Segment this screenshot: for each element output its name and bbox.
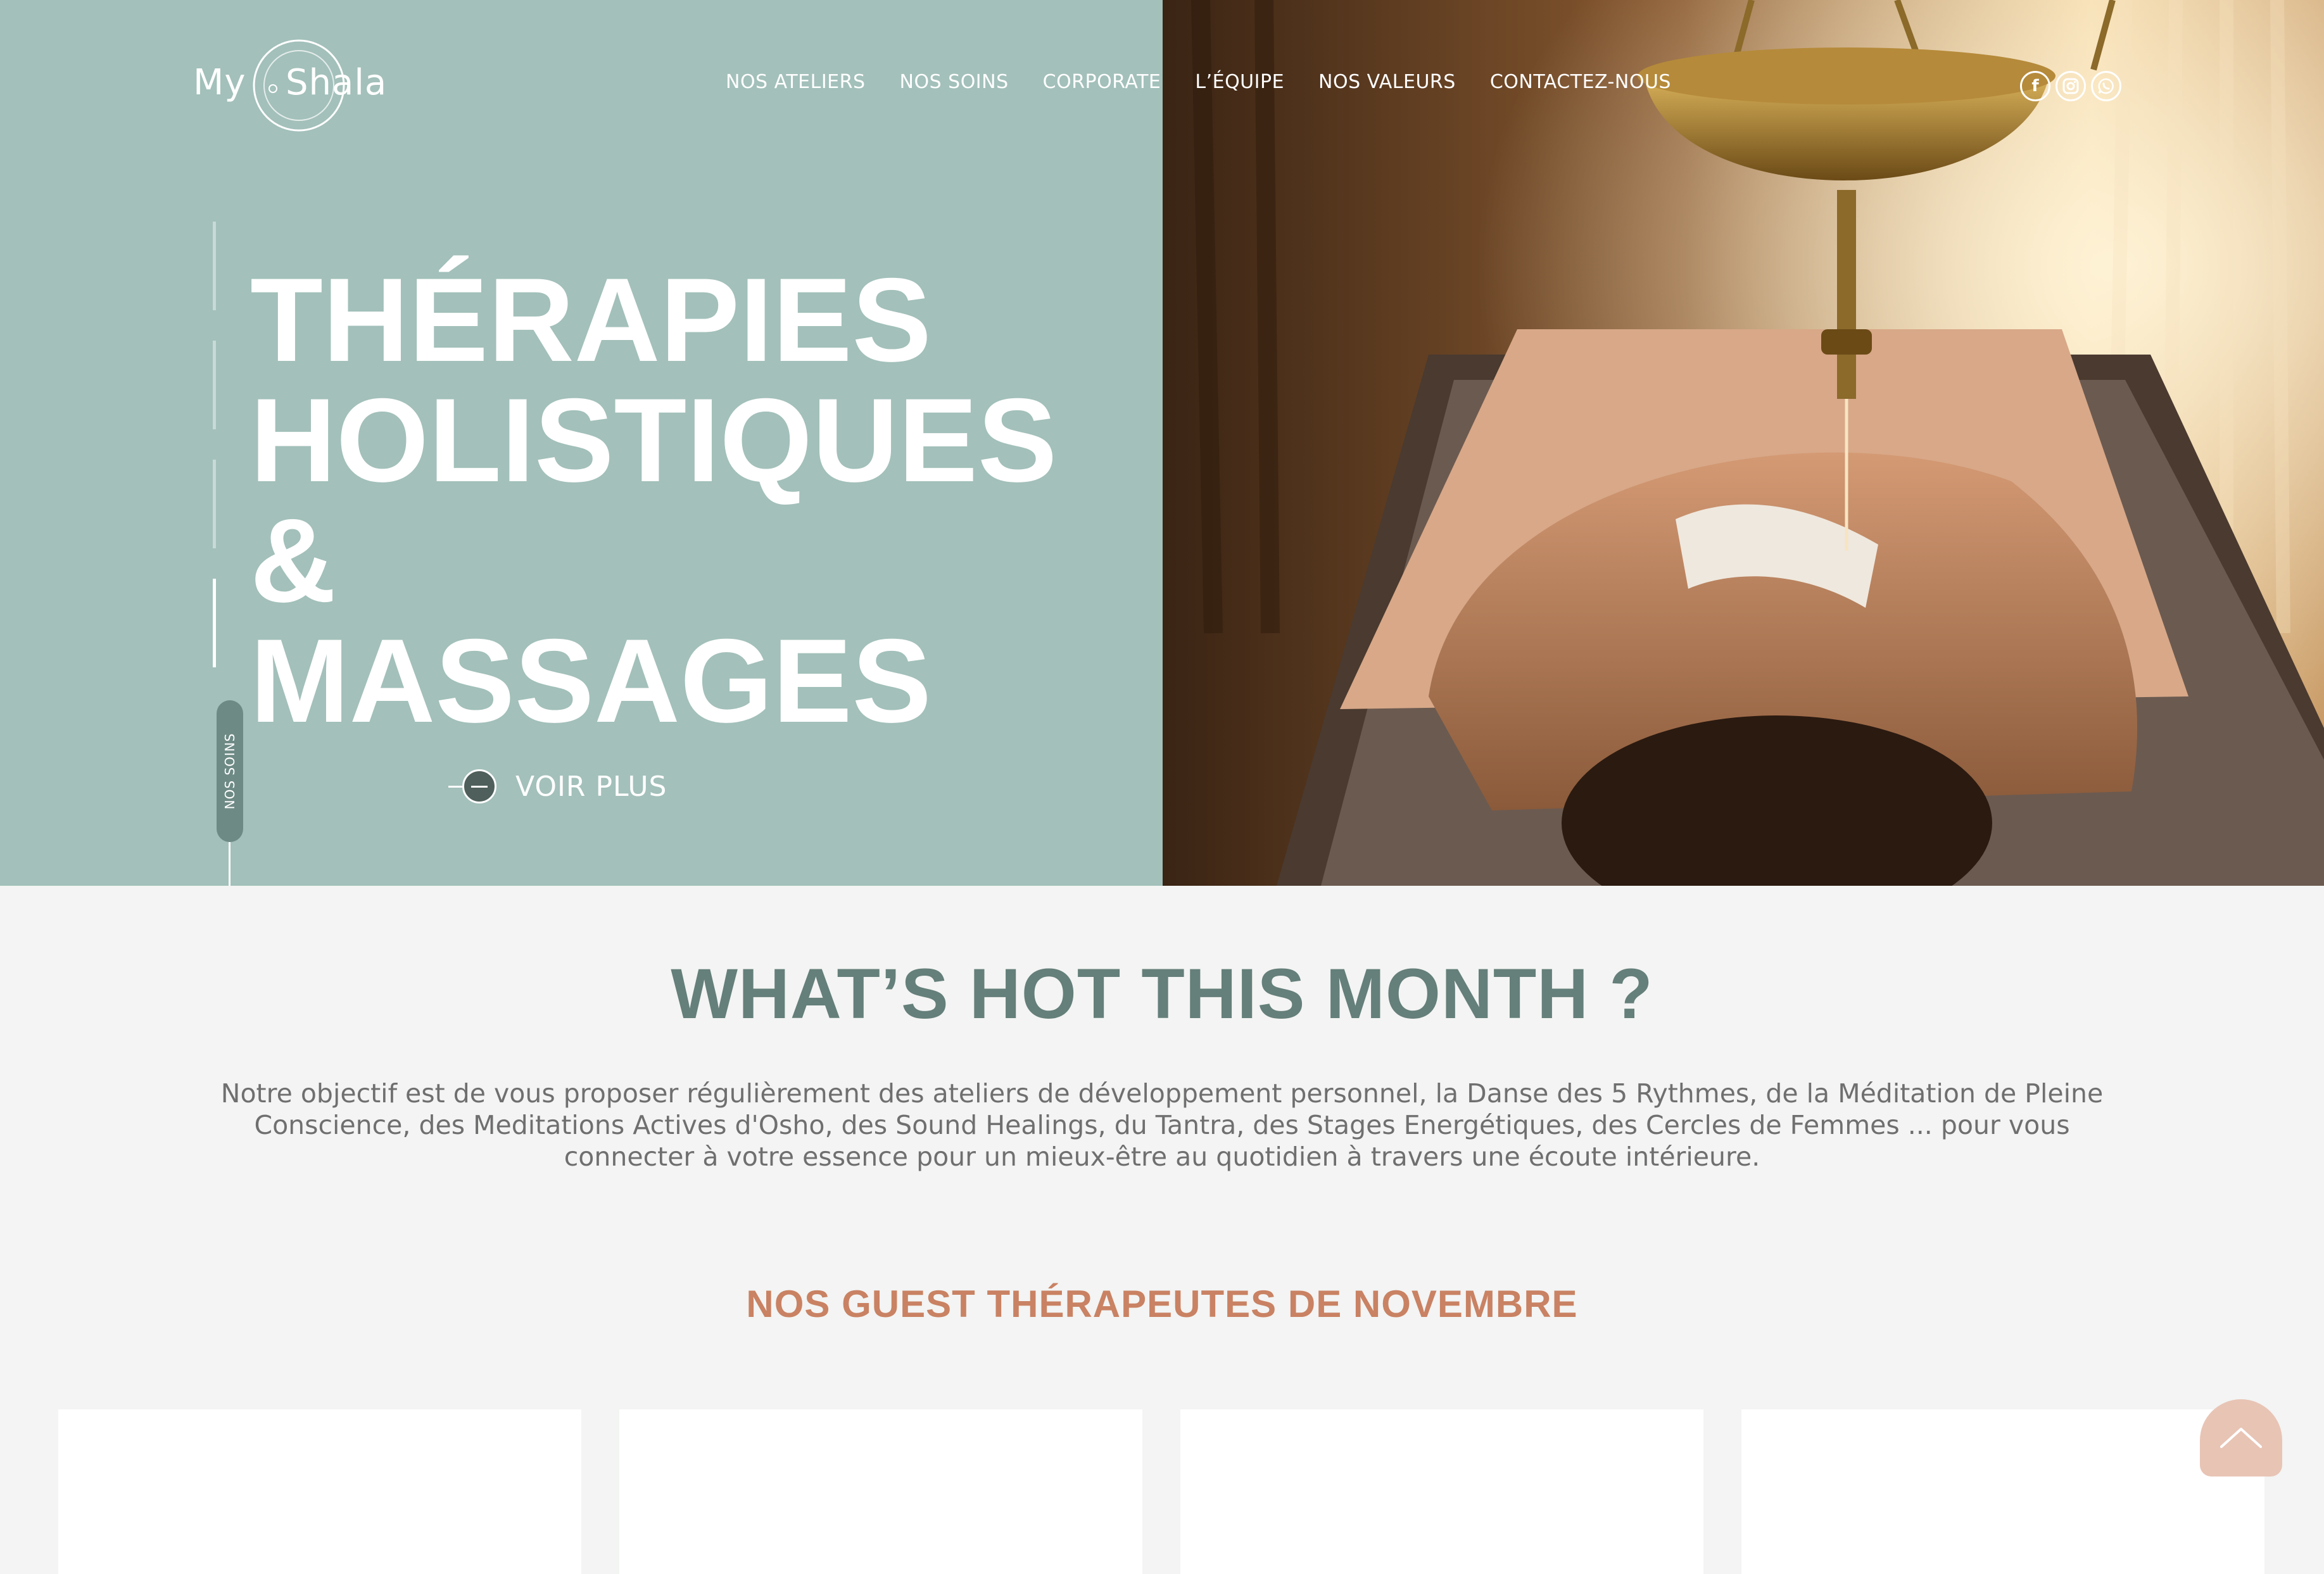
whats-hot-intro: Notre objectif est de vous proposer régu… — [220, 1078, 2104, 1172]
guest-card-3[interactable] — [1180, 1409, 1703, 1574]
whatsapp-icon[interactable] — [2091, 71, 2121, 101]
side-tab-line — [229, 842, 231, 886]
side-tab-nos-soins[interactable]: NOS SOINS — [217, 700, 243, 842]
guest-therapists-title: NOS GUEST THÉRAPEUTES DE NOVEMBRE — [746, 1283, 1578, 1325]
facebook-glyph: f — [2031, 77, 2039, 96]
slide-indicators — [213, 222, 217, 698]
guest-card-4[interactable] — [1741, 1409, 2264, 1574]
hero-photo-illustration — [1163, 0, 2324, 886]
voir-plus-button[interactable]: VOIR PLUS — [448, 769, 667, 803]
whats-hot-title: WHAT’S HOT THIS MONTH ? — [671, 954, 1653, 1033]
myshala-logo[interactable]: My Shala — [193, 38, 408, 136]
scroll-to-top-button[interactable] — [2200, 1399, 2282, 1476]
voir-plus-label: VOIR PLUS — [515, 770, 667, 803]
nav-item-contactez-nous[interactable]: CONTACTEZ-NOUS — [1490, 71, 1671, 93]
chevron-up-icon — [2220, 1428, 2262, 1448]
hero-title: THÉRAPIES HOLISTIQUES & MASSAGES — [250, 253, 1058, 747]
nav-item-nos-soins[interactable]: NOS SOINS — [900, 71, 1009, 93]
hero-section: My Shala NOS ATELIERS NOS SOINS CORPORAT… — [0, 0, 2324, 886]
slide-indicator-1[interactable] — [213, 222, 216, 310]
hero-photo-shirodhara — [1163, 0, 2324, 886]
guest-cards — [58, 1409, 2264, 1574]
guest-card-2[interactable] — [619, 1409, 1142, 1574]
guest-card-1[interactable] — [58, 1409, 581, 1574]
social-links: f — [2020, 71, 2121, 101]
main-nav: NOS ATELIERS NOS SOINS CORPORATE L’ÉQUIP… — [726, 71, 1671, 93]
nav-item-nos-valeurs[interactable]: NOS VALEURS — [1318, 71, 1456, 93]
slide-indicator-4-active[interactable] — [213, 579, 216, 667]
nav-item-equipe[interactable]: L’ÉQUIPE — [1195, 71, 1284, 93]
instagram-glyph — [2062, 78, 2079, 94]
slide-indicator-2[interactable] — [213, 341, 216, 429]
logo-shala-text: Shala — [286, 62, 388, 103]
side-tab-label: NOS SOINS — [222, 733, 237, 810]
instagram-icon[interactable] — [2056, 71, 2086, 101]
logo-my-text: My — [193, 62, 246, 103]
whatsapp-glyph — [2098, 78, 2114, 94]
nav-item-nos-ateliers[interactable]: NOS ATELIERS — [726, 71, 866, 93]
facebook-icon[interactable]: f — [2020, 71, 2050, 101]
slide-indicator-3[interactable] — [213, 460, 216, 548]
nav-item-corporate[interactable]: CORPORATE — [1043, 71, 1161, 93]
minus-circle-icon — [462, 769, 496, 803]
